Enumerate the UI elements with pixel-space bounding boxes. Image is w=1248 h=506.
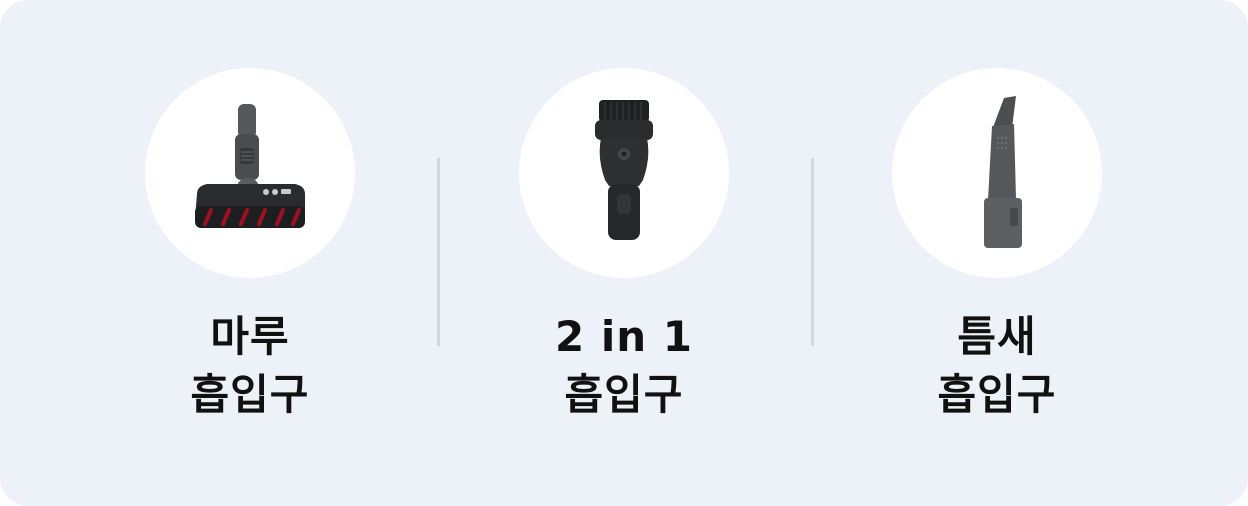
nozzle-image-circle — [892, 68, 1102, 278]
nozzle-item-crevice: 틈새 흡입구 — [877, 68, 1117, 424]
crevice-nozzle-icon — [984, 96, 1022, 248]
nozzle-label-line2: 흡입구 — [937, 370, 1057, 419]
nozzle-label-line2: 흡입구 — [190, 370, 310, 419]
nozzle-item-floor: 마루 흡입구 — [130, 68, 370, 424]
2in1-nozzle-icon — [595, 100, 653, 240]
nozzle-image-circle — [519, 68, 729, 278]
nozzle-label: 틈새 흡입구 — [938, 308, 1057, 424]
nozzle-label: 마루 흡입구 — [191, 308, 310, 424]
nozzle-label-line2: 흡입구 — [564, 370, 684, 419]
nozzle-label-line1: 2 in 1 — [555, 312, 693, 361]
nozzle-label-line1: 틈새 — [957, 312, 1037, 361]
nozzle-label-line1: 마루 — [210, 312, 290, 361]
floor-nozzle-icon — [195, 104, 305, 228]
nozzle-image-circle — [145, 68, 355, 278]
divider — [437, 158, 440, 346]
nozzle-panel: 마루 흡입구 2 in 1 흡입구 틈새 흡입구 — [0, 0, 1248, 506]
divider — [811, 158, 814, 346]
nozzle-label: 2 in 1 흡입구 — [555, 308, 693, 424]
nozzle-item-2in1: 2 in 1 흡입구 — [504, 68, 744, 424]
